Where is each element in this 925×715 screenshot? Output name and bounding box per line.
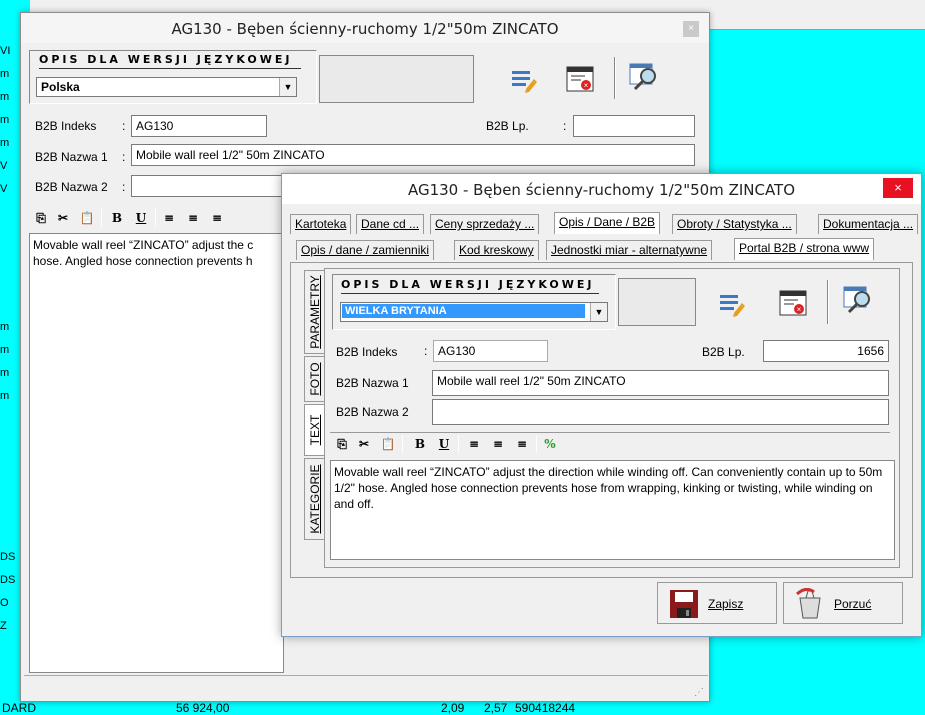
discard-button[interactable]: Porzuć	[783, 582, 903, 624]
language-select[interactable]: WIELKA BRYTANIA ▼	[340, 302, 608, 322]
b2b-lp-label: B2B Lp.	[702, 345, 745, 359]
nazwa1-label: B2B Nazwa 1	[336, 376, 409, 390]
delete-window-icon[interactable]: ×	[564, 63, 596, 95]
nazwa2-input[interactable]	[131, 175, 291, 197]
align-center-icon[interactable]: ≡	[490, 436, 506, 452]
b2b-lp-input[interactable]	[573, 115, 695, 137]
align-right-icon[interactable]: ≡	[209, 210, 225, 226]
vtab-parametry[interactable]: PARAMETRY	[304, 270, 324, 354]
image-box	[319, 55, 474, 103]
language-select[interactable]: Polska ▼	[36, 77, 297, 97]
tab-dokumentacja[interactable]: Dokumentacja ...	[818, 214, 919, 234]
nazwa1-label: B2B Nazwa 1	[35, 150, 108, 164]
title-bar[interactable]: AG130 - Bęben ścienny-ruchomy 1/2"50m ZI…	[282, 174, 921, 204]
b2b-index-label: B2B Indeks	[336, 345, 398, 359]
tab-obroty-statystyka[interactable]: Obroty / Statystyka ...	[672, 214, 797, 234]
b2b-lp-label: B2B Lp.	[486, 119, 529, 133]
cut-icon[interactable]: ✂	[55, 210, 71, 226]
link-icon[interactable]: %	[542, 436, 558, 452]
b2b-index-input[interactable]: AG130	[433, 340, 548, 362]
nazwa2-label: B2B Nazwa 2	[336, 405, 409, 419]
language-select-value: Polska	[41, 80, 80, 94]
bold-button[interactable]: B	[109, 210, 125, 226]
tab-ceny-sprzedazy[interactable]: Ceny sprzedaży ...	[430, 214, 540, 234]
bg-cell: 2,09	[441, 701, 465, 715]
close-button[interactable]: ×	[683, 21, 699, 37]
image-box	[618, 278, 696, 326]
save-label: Zapisz	[708, 597, 744, 611]
b2b-index-label: B2B Indeks	[35, 119, 97, 133]
align-left-icon[interactable]: ≡	[161, 210, 177, 226]
language-group-title: OPIS DLA WERSJI JĘZYKOWEJ	[39, 53, 293, 66]
bg-cell: 590418244	[515, 701, 576, 715]
bold-button[interactable]: B	[412, 436, 428, 452]
tab-portal-b2b[interactable]: Portal B2B / strona www	[734, 238, 875, 260]
b2b-index-input[interactable]: AG130	[131, 115, 267, 137]
tab-opis-dane-zamienniki[interactable]: Opis / dane / zamienniki	[296, 240, 435, 260]
copy-icon[interactable]: ⎘	[33, 210, 49, 226]
underline-button[interactable]: U	[436, 436, 452, 452]
trash-icon	[796, 588, 821, 619]
nazwa2-label: B2B Nazwa 2	[35, 180, 108, 194]
preview-icon[interactable]	[628, 61, 660, 93]
bg-cell: DARD	[2, 701, 37, 715]
tab-opis-dane-b2b[interactable]: Opis / Dane / B2B	[554, 212, 661, 234]
discard-label: Porzuć	[834, 597, 872, 611]
tab-kartoteka[interactable]: Kartoteka	[290, 214, 352, 234]
nazwa1-input[interactable]: Mobile wall reel 1/2" 50m ZINCATO	[432, 370, 889, 396]
close-button[interactable]: ×	[883, 178, 913, 198]
bg-cell: 2,57	[484, 701, 508, 715]
align-left-icon[interactable]: ≡	[466, 436, 482, 452]
bg-cell: 56 924,00	[176, 701, 230, 715]
align-right-icon[interactable]: ≡	[514, 436, 530, 452]
paste-icon[interactable]: 📋	[380, 436, 396, 452]
chevron-down-icon[interactable]: ▼	[590, 303, 607, 321]
window-title: AG130 - Bęben ścienny-ruchomy 1/2"50m ZI…	[407, 181, 796, 199]
paste-icon[interactable]: 📋	[79, 210, 95, 226]
format-toolbar: ⎘ ✂ 📋 B U ≡ ≡ ≡	[29, 207, 289, 231]
window-description-front: AG130 - Bęben ścienny-ruchomy 1/2"50m ZI…	[281, 173, 922, 637]
format-toolbar: ⎘ ✂ 📋 B U ≡ ≡ ≡ %	[330, 432, 890, 456]
copy-icon[interactable]: ⎘	[334, 436, 350, 452]
floppy-disk-icon	[670, 590, 698, 618]
cut-icon[interactable]: ✂	[356, 436, 372, 452]
vtab-text[interactable]: TEXT	[304, 404, 324, 456]
status-bar: ⋰	[24, 675, 708, 700]
background-bottom-row: DARD 56 924,00 2,09 2,57 590418244	[0, 700, 925, 715]
window-title: AG130 - Bęben ścienny-ruchomy 1/2"50m ZI…	[171, 20, 559, 38]
tab-jednostki-miar[interactable]: Jednostki miar - alternatywne	[546, 240, 713, 260]
tab-kod-kreskowy[interactable]: Kod kreskowy	[454, 240, 539, 260]
vtab-kategorie[interactable]: KATEGORIE	[304, 458, 324, 540]
save-button[interactable]: Zapisz	[657, 582, 777, 624]
nazwa2-input[interactable]	[432, 399, 889, 425]
tab-dane-cd[interactable]: Dane cd ...	[356, 214, 425, 234]
delete-window-icon[interactable]: ×	[777, 287, 809, 319]
language-select-value: WIELKA BRYTANIA	[342, 304, 585, 318]
svg-text:×: ×	[584, 81, 589, 90]
language-group-title: OPIS DLA WERSJI JĘZYKOWEJ	[341, 278, 595, 291]
underline-button[interactable]: U	[133, 210, 149, 226]
nazwa1-input[interactable]: Mobile wall reel 1/2" 50m ZINCATO	[131, 144, 695, 166]
resize-grip-icon[interactable]: ⋰	[694, 687, 704, 698]
description-textarea[interactable]: Movable wall reel “ZINCATO” adjust the c…	[29, 233, 284, 673]
chevron-down-icon[interactable]: ▼	[279, 78, 296, 96]
svg-text:×: ×	[797, 305, 802, 314]
title-bar[interactable]: AG130 - Bęben ścienny-ruchomy 1/2"50m ZI…	[21, 13, 709, 43]
vtab-foto[interactable]: FOTO	[304, 356, 324, 402]
preview-icon[interactable]	[842, 284, 874, 316]
edit-icon[interactable]	[714, 287, 746, 319]
align-center-icon[interactable]: ≡	[185, 210, 201, 226]
description-textarea[interactable]: Movable wall reel “ZINCATO” adjust the d…	[330, 460, 895, 560]
b2b-lp-input[interactable]: 1656	[763, 340, 889, 362]
edit-icon[interactable]	[506, 63, 538, 95]
